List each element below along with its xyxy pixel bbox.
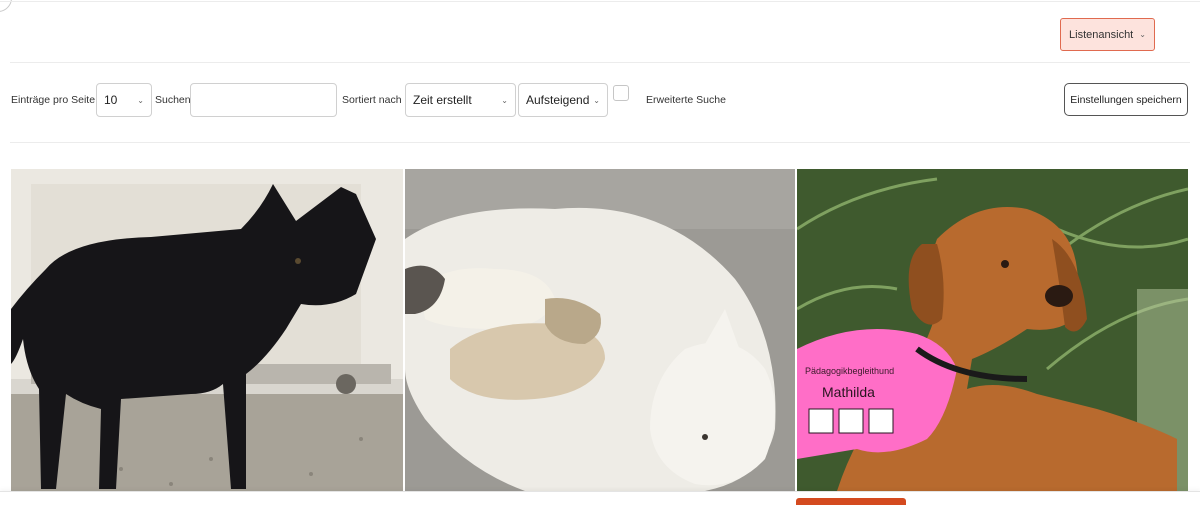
vest-text-top: Pädagogikbegleithund <box>805 366 894 376</box>
bottom-bar <box>0 491 1200 506</box>
header-divider <box>10 62 1190 63</box>
chevron-down-icon: ⌄ <box>593 95 600 105</box>
sort-field-select[interactable]: Zeit erstellt ⌄ <box>405 83 516 117</box>
gallery-item-retriever-vest[interactable]: Pädagogikbegleithund Mathilda <box>797 169 1188 491</box>
entries-per-page-label: Einträge pro Seite <box>11 94 96 106</box>
advanced-search-checkbox[interactable] <box>613 85 629 101</box>
bottom-accent-button[interactable] <box>796 498 906 505</box>
view-toggle-label: Listenansicht <box>1069 28 1134 41</box>
search-input[interactable] <box>190 83 337 117</box>
save-settings-label: Einstellungen speichern <box>1070 93 1182 106</box>
sort-field-value: Zeit erstellt <box>413 93 472 107</box>
black-dog-image <box>11 169 403 491</box>
gallery-item-white-dog-puppies[interactable] <box>405 169 795 491</box>
search-label: Suchen <box>155 94 191 106</box>
advanced-search-label: Erweiterte Suche <box>646 94 726 106</box>
retriever-vest-image: Pädagogikbegleithund Mathilda <box>797 169 1188 491</box>
chevron-down-icon: ⌄ <box>1139 30 1146 39</box>
white-dog-puppies-image <box>405 169 795 491</box>
view-toggle-dropdown[interactable]: Listenansicht ⌄ <box>1060 18 1155 51</box>
toolbar-divider <box>10 142 1190 143</box>
chevron-down-icon: ⌄ <box>137 95 144 105</box>
entries-per-page-value: 10 <box>104 93 118 107</box>
save-settings-button[interactable]: Einstellungen speichern <box>1064 83 1188 116</box>
vest-name: Mathilda <box>822 384 875 400</box>
top-divider <box>0 1 1200 2</box>
sort-order-value: Aufsteigend <box>526 93 590 107</box>
sort-order-select[interactable]: Aufsteigend ⌄ <box>518 83 608 117</box>
sort-by-label: Sortiert nach <box>342 94 402 106</box>
chevron-down-icon: ⌄ <box>501 95 508 105</box>
entries-per-page-select[interactable]: 10 ⌄ <box>96 83 152 117</box>
gallery-item-black-dog[interactable] <box>11 169 403 491</box>
